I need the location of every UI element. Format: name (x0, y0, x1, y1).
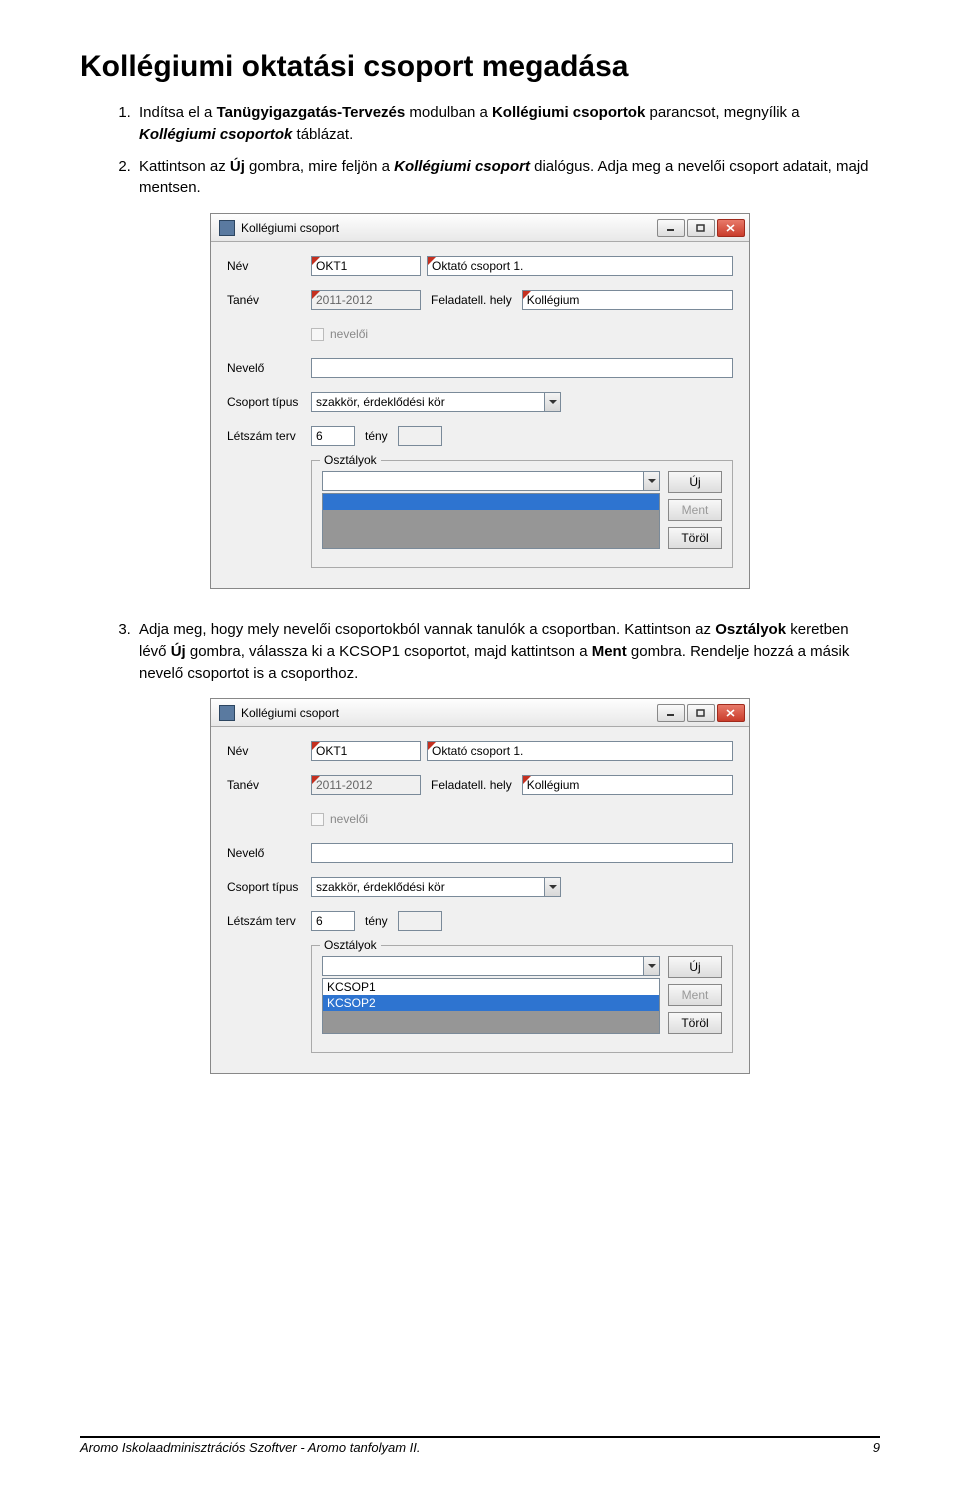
label-tanev: Tanév (227, 778, 311, 792)
label-nevelo: Nevelő (227, 846, 311, 860)
label-nev: Név (227, 744, 311, 758)
combo-cstipus[interactable]: szakkör, érdeklődési kör (311, 877, 561, 897)
input-letszam-terv[interactable]: 6 (311, 911, 355, 931)
input-letszam-teny (398, 911, 442, 931)
window-title: Kollégiumi csoport (241, 706, 657, 720)
chevron-down-icon (643, 472, 659, 490)
input-nevelo[interactable] (311, 843, 733, 863)
close-button[interactable] (717, 704, 745, 722)
input-nev[interactable]: Oktató csoport 1. (427, 256, 733, 276)
dialog-kollegiumi-csoport-1: Kollégiumi csoport Név OKT1 Oktató csopo… (210, 213, 750, 589)
button-torol[interactable]: Töröl (668, 527, 722, 549)
button-uj[interactable]: Új (668, 471, 722, 493)
input-nevelo[interactable] (311, 358, 733, 378)
label-letszterv: Létszám terv (227, 429, 311, 443)
button-ment[interactable]: Ment (668, 499, 722, 521)
listbox-osztalyok[interactable]: KCSOP1 KCSOP2 (322, 978, 660, 1034)
label-cstipus: Csoport típus (227, 395, 311, 409)
legend-osztalyok: Osztályok (320, 938, 381, 952)
input-letszam-terv[interactable]: 6 (311, 426, 355, 446)
input-kod[interactable]: OKT1 (311, 741, 421, 761)
chevron-down-icon (544, 878, 560, 896)
input-nev[interactable]: Oktató csoport 1. (427, 741, 733, 761)
label-nevelo: Nevelő (227, 361, 311, 375)
minimize-button[interactable] (657, 704, 685, 722)
checkbox-neveloi (311, 328, 324, 341)
label-tanev: Tanév (227, 293, 311, 307)
titlebar[interactable]: Kollégiumi csoport (211, 214, 749, 242)
input-tanev: 2011-2012 (311, 290, 421, 310)
page-number: 9 (873, 1440, 880, 1455)
input-feladhely[interactable]: Kollégium (522, 775, 733, 795)
button-ment[interactable]: Ment (668, 984, 722, 1006)
close-button[interactable] (717, 219, 745, 237)
label-cstipus: Csoport típus (227, 880, 311, 894)
label-feladhely: Feladatell. hely (431, 778, 512, 792)
step-2: Kattintson az Új gombra, mire feljön a K… (135, 156, 880, 200)
app-icon (219, 220, 235, 236)
label-feladhely: Feladatell. hely (431, 293, 512, 307)
label-nev: Név (227, 259, 311, 273)
minimize-button[interactable] (657, 219, 685, 237)
legend-osztalyok: Osztályok (320, 453, 381, 467)
titlebar[interactable]: Kollégiumi csoport (211, 699, 749, 727)
input-feladhely[interactable]: Kollégium (522, 290, 733, 310)
fieldset-osztalyok: Osztályok Új Ment Töröl (311, 460, 733, 568)
label-neveloi-cb: nevelői (330, 327, 368, 341)
button-torol[interactable]: Töröl (668, 1012, 722, 1034)
fieldset-osztalyok: Osztályok KCSOP1 KCSOP2 (311, 945, 733, 1053)
combo-osztaly[interactable] (322, 956, 660, 976)
input-tanev: 2011-2012 (311, 775, 421, 795)
chevron-down-icon (544, 393, 560, 411)
page-heading: Kollégiumi oktatási csoport megadása (80, 50, 880, 84)
chevron-down-icon (643, 957, 659, 975)
button-uj[interactable]: Új (668, 956, 722, 978)
label-teny: tény (365, 429, 388, 443)
label-neveloi-cb: nevelői (330, 812, 368, 826)
step-3: Adja meg, hogy mely nevelői csoportokból… (135, 619, 880, 684)
maximize-button[interactable] (687, 704, 715, 722)
maximize-button[interactable] (687, 219, 715, 237)
checkbox-neveloi (311, 813, 324, 826)
list-item[interactable]: KCSOP2 (323, 995, 659, 1011)
combo-osztaly[interactable] (322, 471, 660, 491)
dialog-kollegiumi-csoport-2: Kollégiumi csoport Név OKT1 Oktató csopo… (210, 698, 750, 1074)
list-item[interactable]: KCSOP1 (323, 979, 659, 995)
input-letszam-teny (398, 426, 442, 446)
input-kod[interactable]: OKT1 (311, 256, 421, 276)
label-teny: tény (365, 914, 388, 928)
footer-text: Aromo Iskolaadminisztrációs Szoftver - A… (80, 1440, 421, 1455)
listbox-osztalyok[interactable] (322, 493, 660, 549)
combo-cstipus[interactable]: szakkör, érdeklődési kör (311, 392, 561, 412)
app-icon (219, 705, 235, 721)
label-letszterv: Létszám terv (227, 914, 311, 928)
step-1: Indítsa el a Tanügyigazgatás-Tervezés mo… (135, 102, 880, 146)
window-title: Kollégiumi csoport (241, 221, 657, 235)
